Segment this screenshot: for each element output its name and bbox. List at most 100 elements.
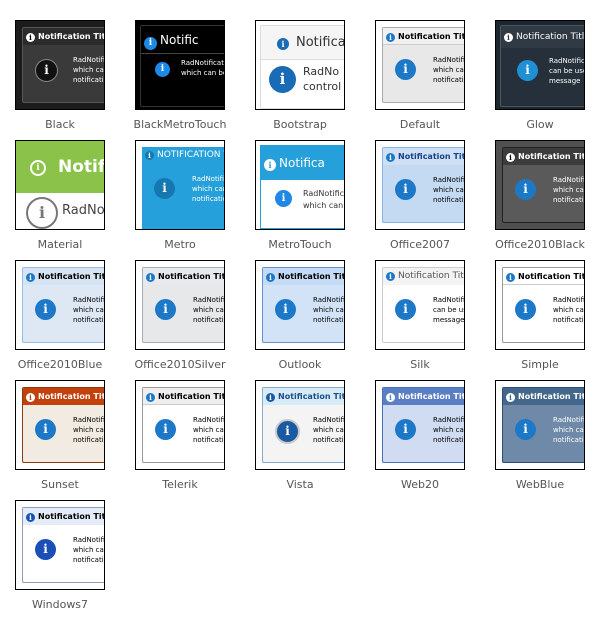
info-icon: i [35,419,56,440]
skin-label: Material [37,238,83,251]
notification-titlebar: iNotification Title [263,268,344,285]
info-icon: i [154,178,175,199]
notification-text: RadNotificationwhich can be usednotifica… [192,175,225,203]
notification-titlebar: i Notifica [261,26,344,60]
notification-text: RadNotificationwhich can be usednotifica… [73,56,105,84]
notification-window: iNotification Title i RadNotificationcan… [500,25,585,107]
notification-title: Notification Title [38,512,104,521]
notification-body: i RadNotificationwhich can be usednotifi… [23,525,105,582]
info-icon: i [395,59,416,80]
notification-text: RadNotificationwhich can be usednotifica… [553,176,585,204]
skin-label: WebBlue [515,478,565,491]
skin-preview-metro[interactable]: iNOTIFICATION TITLE i RadNotificationwhi… [135,140,225,230]
skin-tile-blackmetrotouch[interactable]: iNotific i RadNotificationwhich can be u… [120,20,240,140]
skin-label: Office2010Black [495,238,585,251]
skin-preview-metrotouch[interactable]: i Notifica i RadNotifica which can [255,140,345,230]
skin-label: Black [45,118,75,131]
notification-window: iNotification Title i RadNotificationwhi… [22,267,104,343]
info-icon: i [517,60,538,81]
notification-body: i RadNotificationcan be used tomessage [383,285,465,342]
skin-label: Bootstrap [273,118,327,131]
notification-text: RadNotificationcan be used tomessage [433,296,465,324]
skin-tile-office2010silver[interactable]: iNotification Title i RadNotificationwhi… [120,260,240,380]
skin-tile-black[interactable]: iNotification Title i RadNotificationwhi… [0,20,120,140]
skin-tile-sunset[interactable]: iNotification Title i RadNotificationwhi… [0,380,120,500]
notification-body: i RadNotificationwhich can be usednotifi… [143,405,224,462]
skin-tile-bootstrap[interactable]: i Notifica i RadNo control Bootstrap [240,20,360,140]
info-icon: i [515,179,536,200]
skin-preview-black[interactable]: iNotification Title i RadNotificationwhi… [15,20,105,110]
skin-preview-telerik[interactable]: iNotification Title i RadNotificationwhi… [135,380,225,470]
notification-text: RadNotificationwhich can be usednotifica… [553,416,585,444]
notification-text: RadNotificationwhich can be usednotifica… [553,296,585,324]
skin-tile-outlook[interactable]: iNotification Title i RadNotificationwhi… [240,260,360,380]
notification-window: iNotific i RadNotificationwhich can be u… [140,25,224,107]
skin-label: MetroTouch [268,238,332,251]
skin-tile-office2007[interactable]: iNotification Title i RadNotificationwhi… [360,140,480,260]
info-icon: i [515,419,536,440]
notification-window: iNotification Title i RadNotificationwhi… [22,507,105,583]
notification-titlebar: i Notifi [16,141,104,193]
skin-preview-blackmetrotouch[interactable]: iNotific i RadNotificationwhich can be u… [135,20,225,110]
skin-preview-bootstrap[interactable]: i Notifica i RadNo control [255,20,345,110]
notification-text: RadNotificationwhich can be usednotifica… [73,536,105,564]
notification-text: RadNotificationwhich can be usednotifica… [193,296,225,324]
notification-title: Notification Title [38,392,104,401]
notification-body: i RadNotificationwhich can be usednotifi… [23,45,105,102]
notification-text: RadNotificationwhich can be usednotifica… [73,416,105,444]
skin-preview-office2010black[interactable]: iNotification Title i RadNotificationwhi… [495,140,585,230]
skin-label: Metro [164,238,196,251]
skin-tile-simple[interactable]: iNotification Title i RadNotificationwhi… [480,260,600,380]
skin-preview-vista[interactable]: iNotification Title i RadNotificationwhi… [255,380,345,470]
notification-title: Notification Title [398,392,464,401]
skin-tile-default[interactable]: iNotification Title i RadNotificationwhi… [360,20,480,140]
notification-window: iNotification Title i RadNotificationwhi… [22,387,105,463]
skin-preview-sunset[interactable]: iNotification Title i RadNotificationwhi… [15,380,105,470]
info-icon: i [146,273,155,282]
info-icon: i [515,299,536,320]
info-icon: i [395,299,416,320]
skin-preview-outlook[interactable]: iNotification Title i RadNotificationwhi… [255,260,345,350]
notification-body: i RadNotificationwhich can be usednotifi… [263,285,344,342]
skin-tile-vista[interactable]: iNotification Title i RadNotificationwhi… [240,380,360,500]
skin-tile-office2010blue[interactable]: iNotification Title i RadNotificationwhi… [0,260,120,380]
skin-preview-webblue[interactable]: iNotification Title i RadNotificationwhi… [495,380,585,470]
skin-tile-webblue[interactable]: iNotification Title i RadNotificationwhi… [480,380,600,500]
skin-preview-web20[interactable]: iNotification Title i RadNotificationwhi… [375,380,465,470]
skin-preview-office2007[interactable]: iNotification Title i RadNotificationwhi… [375,140,465,230]
notification-title: Notification Title [158,272,224,281]
skin-preview-office2010silver[interactable]: iNotification Title i RadNotificationwhi… [135,260,225,350]
notification-text: RadNotificationcan be used tomessage [549,57,585,85]
skin-tile-web20[interactable]: iNotification Title i RadNotificationwhi… [360,380,480,500]
skin-preview-material[interactable]: iNotifi i RadNo [15,140,105,230]
notification-titlebar: iNotification Title [23,508,104,525]
notification-body: i RadNo control [261,60,344,108]
skin-tile-material[interactable]: iNotifi i RadNo Material [0,140,120,260]
skin-preview-glow[interactable]: iNotification Title i RadNotificationcan… [495,20,585,110]
info-icon: i [386,393,395,402]
skin-preview-windows7[interactable]: iNotification Title i RadNotificationwhi… [15,500,105,590]
skin-preview-simple[interactable]: iNotification Title i RadNotificationwhi… [495,260,585,350]
skin-tile-telerik[interactable]: iNotification Title i RadNotificationwhi… [120,380,240,500]
skin-label: Simple [521,358,559,371]
skin-tile-windows7[interactable]: iNotification Title i RadNotificationwhi… [0,500,120,620]
skin-tile-metrotouch[interactable]: i Notifica i RadNotifica which can MetroTo… [240,140,360,260]
notification-titlebar: iNotification Title [383,28,464,45]
skin-preview-office2010blue[interactable]: iNotification Title i RadNotificationwhi… [15,260,105,350]
info-icon: i [144,37,157,50]
notification-title: Notification Title [518,152,584,161]
notification-text: RadNotificationwhich can be usednotifica… [313,416,345,444]
info-icon: i [30,160,46,176]
skin-preview-default[interactable]: iNotification Title i RadNotificationwhi… [375,20,465,110]
skin-preview-silk[interactable]: iNotification Title i RadNotificationcan… [375,260,465,350]
skin-tile-silk[interactable]: iNotification Title i RadNotificationcan… [360,260,480,380]
notification-window: i Notifica i RadNo control [260,25,344,109]
skin-tile-metro[interactable]: iNOTIFICATION TITLE i RadNotificationwhi… [120,140,240,260]
skin-tile-glow[interactable]: iNotification Title i RadNotificationcan… [480,20,600,140]
notification-text: RadNotificationwhich can be usednotifica… [433,56,465,84]
notification-body: i RadNotificationwhich can be usednotifi… [383,405,464,462]
notification-body: i RadNotificationwhich can be usednotifi… [383,165,464,222]
notification-title: Notification Title [158,392,224,401]
skin-tile-office2010black[interactable]: iNotification Title i RadNotificationwhi… [480,140,600,260]
info-icon: i [26,33,35,42]
